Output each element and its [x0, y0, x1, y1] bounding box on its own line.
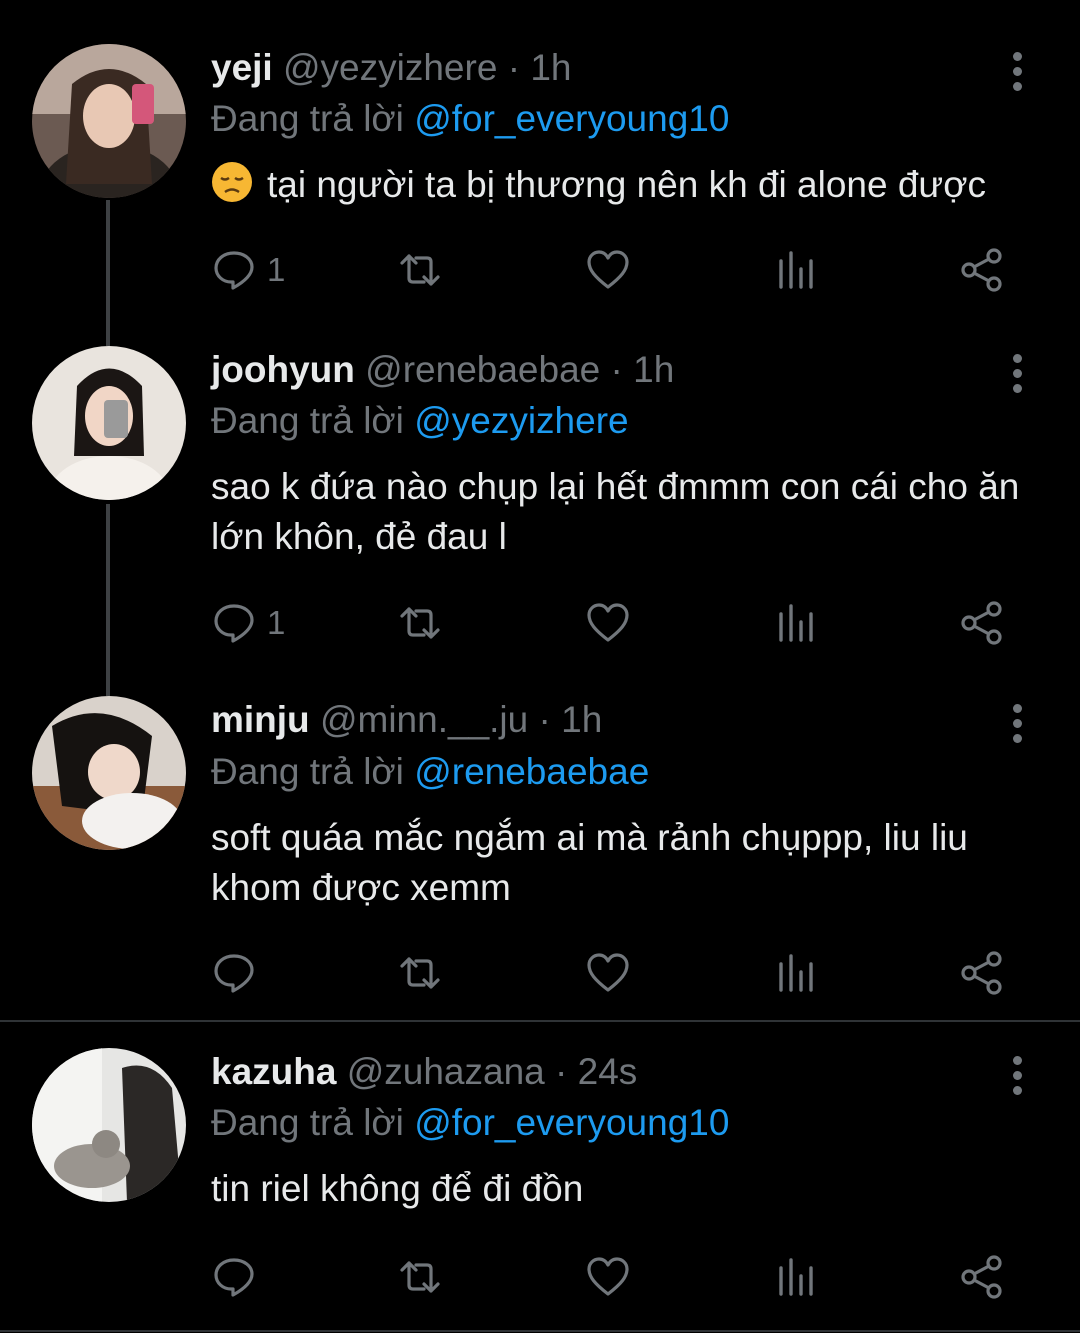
avatar-image — [32, 1048, 186, 1202]
share-icon — [961, 1255, 1002, 1299]
avatar[interactable] — [32, 1048, 186, 1202]
reply-button[interactable] — [211, 1252, 267, 1302]
reply-prefix: Đang trả lời — [211, 1102, 404, 1143]
action-bar — [211, 1252, 1011, 1302]
share-button[interactable] — [959, 1252, 1005, 1302]
views-button[interactable] — [773, 1252, 819, 1302]
reply-mention[interactable]: @for_everyoung10 — [414, 1102, 729, 1143]
separator-dot: · — [555, 1051, 568, 1092]
more-icon[interactable] — [1002, 1052, 1032, 1096]
retweet-button[interactable] — [397, 1252, 443, 1302]
reply-context: Đang trả lời @for_everyoung10 — [211, 1101, 729, 1145]
retweet-icon — [400, 1261, 440, 1293]
tweet-header: kazuha @zuhazana · 24s — [211, 1050, 637, 1094]
views-icon — [779, 1258, 813, 1296]
tweet[interactable]: kazuha @zuhazana · 24s Đang trả lời @for… — [0, 0, 1080, 1333]
user-handle[interactable]: @zuhazana — [347, 1051, 545, 1092]
reply-icon — [214, 1258, 254, 1297]
like-button[interactable] — [585, 1252, 631, 1302]
like-icon — [587, 1257, 629, 1296]
display-name[interactable]: kazuha — [211, 1051, 336, 1092]
tweet-divider — [0, 1330, 1080, 1332]
timestamp[interactable]: 24s — [578, 1051, 638, 1092]
tweet-body: tin riel không để đi đồn — [211, 1168, 584, 1209]
